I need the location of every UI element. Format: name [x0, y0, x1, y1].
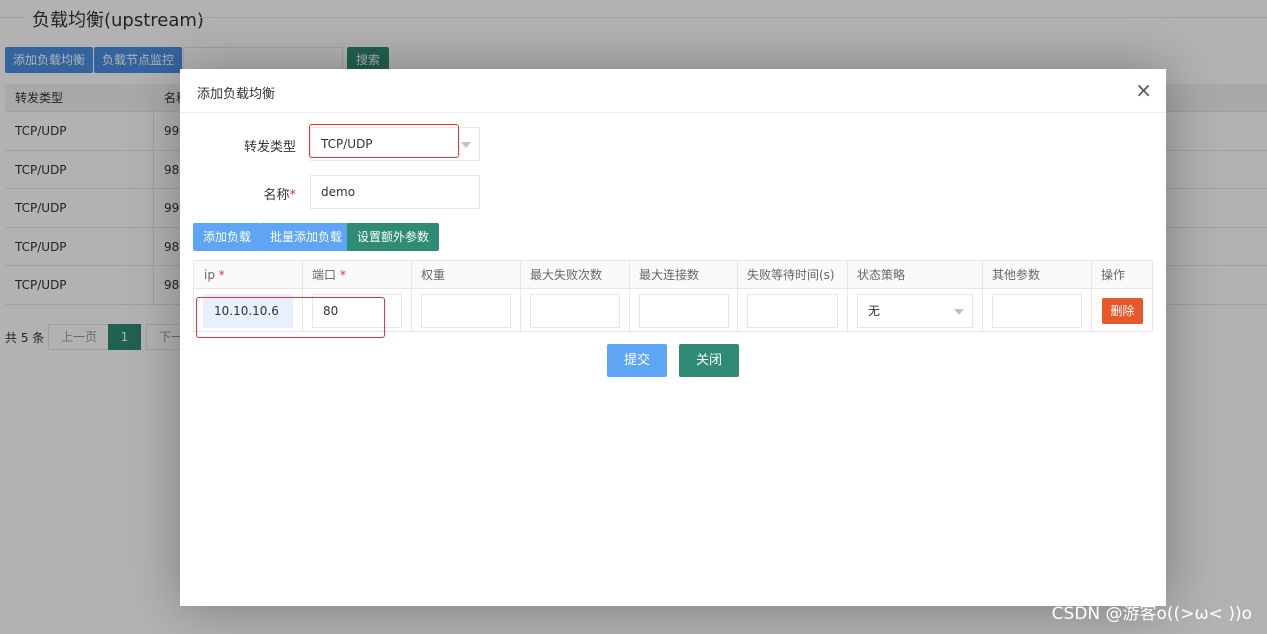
status-policy-value: 无: [868, 304, 881, 318]
watermark: CSDN @游客o((>ω< ))o: [1051, 604, 1252, 624]
grid-header-fail-timeout: 失败等待时间(s): [747, 268, 835, 282]
add-load-balance-dialog: 添加负载均衡 × 转发类型 TCP/UDP 名称* demo 添加负载 批量添加…: [180, 69, 1166, 606]
name-label: 名称*: [196, 184, 296, 203]
max-conns-input[interactable]: [639, 294, 729, 328]
max-fails-input[interactable]: [530, 294, 620, 328]
forward-type-label: 转发类型: [243, 140, 296, 155]
grid-header-port: 端口 *: [312, 268, 346, 282]
highlight-annotation: [309, 124, 459, 158]
submit-button[interactable]: 提交: [607, 344, 668, 377]
grid-header-action: 操作: [1101, 268, 1126, 282]
name-input[interactable]: demo: [310, 175, 480, 209]
dialog-header: 添加负载均衡 ×: [180, 69, 1166, 113]
required-mark: *: [289, 188, 297, 203]
grid-divider: [520, 261, 521, 331]
add-load-button[interactable]: 添加负载: [193, 223, 262, 251]
grid-header-other: 其他参数: [992, 268, 1041, 282]
batch-add-load-button[interactable]: 批量添加负载: [260, 223, 353, 251]
other-params-input[interactable]: [992, 294, 1082, 328]
grid-divider: [411, 261, 412, 331]
grid-header-max-fails: 最大失败次数: [530, 268, 603, 282]
name-label-text: 名称: [263, 188, 290, 203]
grid-header-status-policy: 状态策略: [857, 268, 906, 282]
grid-header-weight: 权重: [421, 268, 446, 282]
grid-divider: [737, 261, 738, 331]
status-policy-select[interactable]: 无: [857, 294, 973, 328]
grid-header-ip: ip *: [204, 268, 225, 282]
grid-divider: [1091, 261, 1092, 331]
delete-row-button[interactable]: 删除: [1102, 298, 1143, 324]
grid-divider: [847, 261, 848, 331]
chevron-down-icon: [954, 309, 964, 315]
weight-input[interactable]: [421, 294, 511, 328]
highlight-annotation: [196, 297, 385, 338]
grid-header: ip * 端口 * 权重 最大失败次数 最大连接数 失败等待时间(s) 状态策略…: [194, 261, 1152, 289]
grid-header-max-conns: 最大连接数: [639, 268, 700, 282]
dialog-title: 添加负载均衡: [197, 87, 276, 102]
extra-params-button[interactable]: 设置额外参数: [347, 223, 440, 251]
fail-timeout-input[interactable]: [747, 294, 838, 328]
grid-divider: [982, 261, 983, 331]
close-icon[interactable]: ×: [1135, 79, 1152, 101]
grid-divider: [629, 261, 630, 331]
close-button[interactable]: 关闭: [679, 344, 740, 377]
chevron-down-icon: [461, 142, 471, 148]
